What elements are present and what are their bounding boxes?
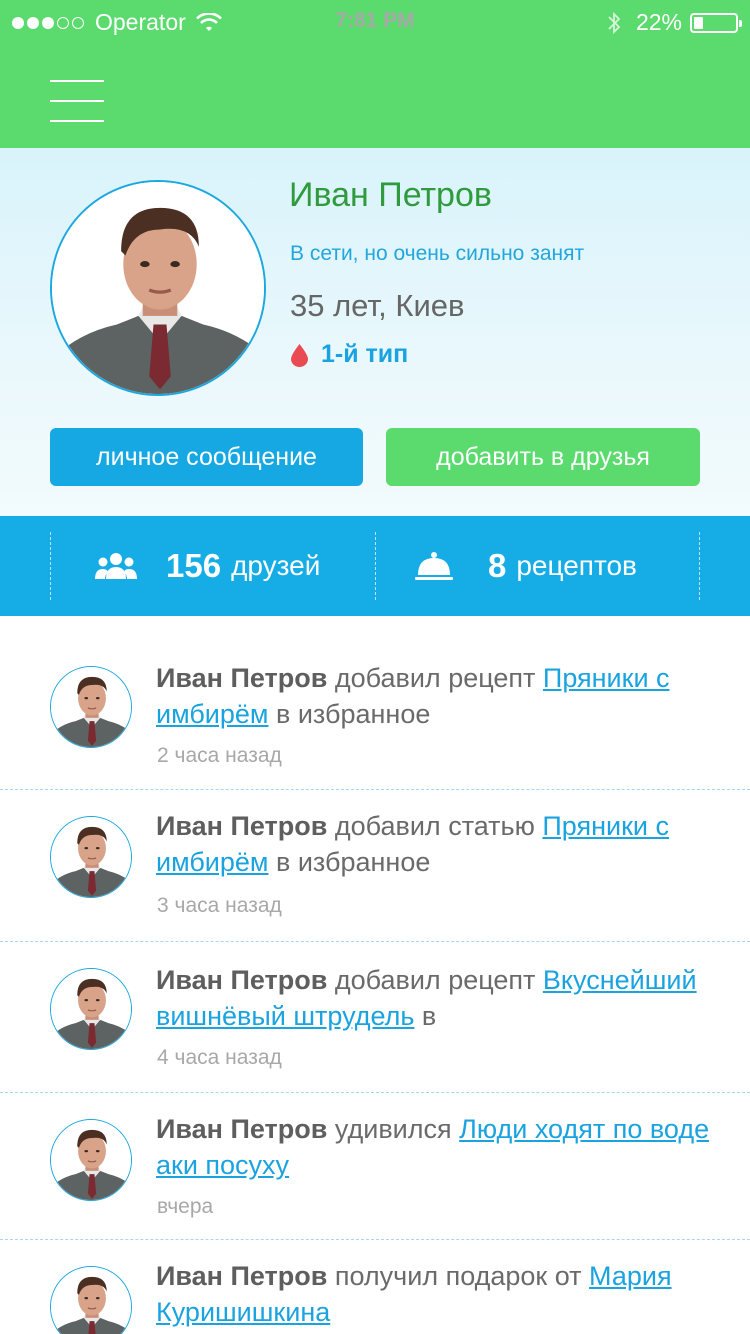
profile-name: Иван Петров — [289, 176, 492, 214]
feed-author[interactable]: Иван Петров — [156, 1261, 327, 1291]
profile-avatar[interactable] — [50, 180, 266, 396]
hamburger-menu-icon[interactable] — [50, 78, 104, 124]
feed-time: 3 часа назад — [157, 894, 282, 917]
blood-type: 1-й тип — [290, 340, 408, 369]
recipes-stat[interactable]: 8 рецептов — [414, 516, 637, 616]
profile-status: В сети, но очень сильно занят — [290, 242, 585, 265]
feed-action: удивился — [334, 1114, 452, 1144]
stats-bar: 156 друзей 8 рецептов — [0, 516, 750, 616]
feed-text: Иван Петров добавил статью Пряники с имб… — [156, 808, 716, 880]
feed-action: добавил рецепт — [334, 663, 536, 693]
feed-action: добавил рецепт — [334, 965, 536, 995]
battery-percent: 22% — [635, 9, 682, 35]
friends-count: 156 — [166, 547, 222, 584]
feed-time: 4 часа назад — [157, 1046, 282, 1069]
friends-label: друзей — [231, 550, 321, 581]
blood-drop-icon — [291, 343, 308, 367]
feed-avatar[interactable] — [50, 816, 132, 898]
top-bar: Operator 7:81 PM 22% — [0, 0, 750, 148]
private-message-button[interactable]: личное сообщение — [50, 428, 363, 486]
feed-divider — [0, 941, 750, 942]
feed-time: 2 часа назад — [157, 744, 282, 767]
feed-divider — [0, 1239, 750, 1240]
cloche-icon — [415, 552, 453, 580]
feed-author[interactable]: Иван Петров — [156, 663, 327, 693]
feed-avatar[interactable] — [50, 968, 132, 1050]
battery-icon — [690, 12, 742, 33]
status-bar: Operator 7:81 PM 22% — [0, 0, 750, 46]
profile-age-city: 35 лет, Киев — [290, 288, 465, 323]
friends-stat[interactable]: 156 друзей — [94, 516, 320, 616]
bluetooth-icon — [608, 11, 621, 34]
feed-suffix: в избранное — [276, 847, 431, 877]
feed-text: Иван Петров удивился Люди ходят по воде … — [156, 1111, 716, 1183]
add-friend-button[interactable]: добавить в друзья — [386, 428, 700, 486]
feed-suffix: в — [421, 1001, 437, 1031]
feed-action: добавил статью — [334, 811, 535, 841]
feed-time: вчера — [157, 1195, 214, 1218]
feed-suffix: в избранное — [276, 699, 431, 729]
recipes-count: 8 — [488, 547, 507, 584]
feed-author[interactable]: Иван Петров — [156, 965, 327, 995]
feed-text: Иван Петров добавил рецепт Пряники с имб… — [156, 660, 716, 732]
friends-icon — [95, 553, 137, 579]
feed-author[interactable]: Иван Петров — [156, 811, 327, 841]
feed-action: получил подарок от — [334, 1261, 582, 1291]
profile-header: Иван Петров В сети, но очень сильно заня… — [0, 148, 750, 516]
blood-type-label: 1-й тип — [321, 340, 409, 368]
divider — [375, 532, 376, 600]
divider — [699, 532, 700, 600]
feed-text: Иван Петров добавил рецепт Вкуснейший ви… — [156, 962, 716, 1034]
feed-avatar[interactable] — [50, 1119, 132, 1201]
feed-avatar[interactable] — [50, 1266, 132, 1334]
recipes-label: рецептов — [516, 550, 637, 581]
feed-author[interactable]: Иван Петров — [156, 1114, 327, 1144]
feed-divider — [0, 789, 750, 790]
divider — [50, 532, 51, 600]
feed-avatar[interactable] — [50, 666, 132, 748]
feed-divider — [0, 1092, 750, 1093]
feed-text: Иван Петров получил подарок от Мария Кур… — [156, 1258, 716, 1330]
